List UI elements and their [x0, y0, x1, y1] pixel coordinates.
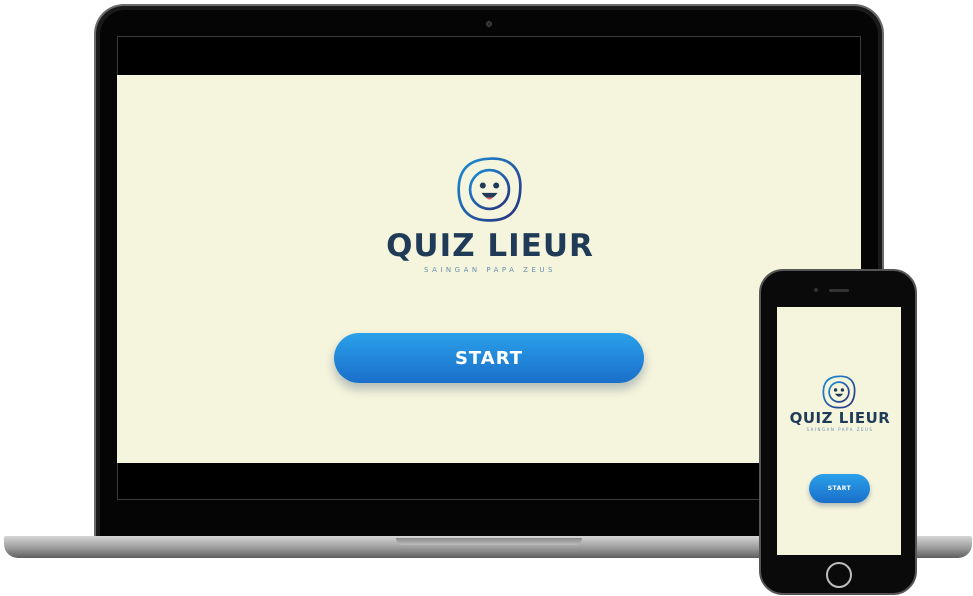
- laptop-camera: [486, 21, 492, 27]
- start-button[interactable]: START: [334, 333, 644, 383]
- phone-camera: [814, 288, 818, 292]
- app-subtitle: SAINGAN PAPA ZEUS: [424, 266, 556, 274]
- laptop-notch: [396, 538, 582, 545]
- app-title: QUIZ LIEUR: [386, 228, 594, 264]
- smiley-face-icon: [822, 375, 856, 409]
- smiley-face-icon: [457, 157, 522, 222]
- start-button[interactable]: START: [809, 474, 870, 503]
- app-title: QUIZ LIEUR: [789, 409, 891, 427]
- phone-speaker: [829, 289, 849, 292]
- phone-home-button[interactable]: [826, 562, 852, 588]
- app-subtitle: SAINGAN PAPA ZEUS: [806, 427, 874, 432]
